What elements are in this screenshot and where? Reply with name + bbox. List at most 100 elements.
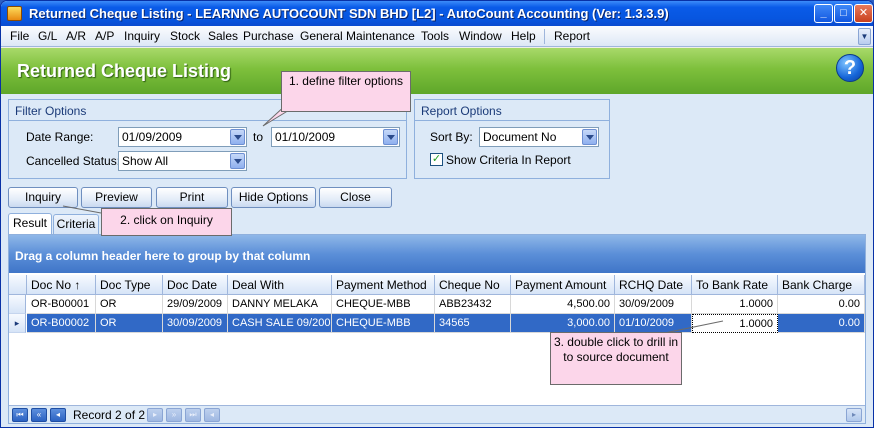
report-options-title: Report Options: [421, 104, 502, 118]
table-cell[interactable]: 4,500.00: [511, 295, 615, 314]
menu-report[interactable]: Report: [554, 29, 590, 43]
app-window: Returned Cheque Listing - LEARNNG AUTOCO…: [0, 0, 874, 428]
table-cell[interactable]: DANNY MELAKA: [228, 295, 332, 314]
table-cell[interactable]: CHEQUE-MBB: [332, 314, 435, 333]
table-cell[interactable]: 29/09/2009: [163, 295, 228, 314]
table-cell[interactable]: CHEQUE-MBB: [332, 295, 435, 314]
column-header-payment-method[interactable]: Payment Method: [332, 275, 435, 295]
to-label: to: [253, 130, 264, 144]
menu-tools[interactable]: Tools: [421, 29, 449, 43]
filter-options-title: Filter Options: [15, 104, 87, 118]
column-header-doc-no[interactable]: Doc No ↑: [27, 275, 96, 295]
inquiry-button[interactable]: Inquiry: [8, 187, 78, 208]
callout-inquiry: 2. click on Inquiry: [101, 208, 232, 236]
scroll-left-icon[interactable]: ◂: [204, 408, 220, 422]
table-cell[interactable]: 01/10/2009: [615, 314, 692, 333]
focused-cell[interactable]: 1.0000: [692, 314, 778, 333]
show-criteria-checkbox[interactable]: ✓: [430, 153, 443, 166]
table-cell[interactable]: OR: [96, 314, 163, 333]
callout-drill: 3. double click to drill in to source do…: [550, 332, 682, 385]
table-cell[interactable]: ABB23432: [435, 295, 511, 314]
help-icon[interactable]: ?: [836, 54, 864, 82]
column-header-doc-date[interactable]: Doc Date: [163, 275, 228, 295]
menu-window[interactable]: Window: [459, 29, 502, 43]
date-from-field[interactable]: 01/09/2009: [118, 127, 247, 147]
table-cell[interactable]: 1.0000: [692, 295, 778, 314]
menu-bar: File G/L A/R A/P Inquiry Stock Sales Pur…: [1, 26, 873, 47]
results-grid: Drag a column header here to group by th…: [8, 234, 866, 424]
table-cell[interactable]: 30/09/2009: [615, 295, 692, 314]
date-from-value: 01/09/2009: [122, 130, 183, 144]
table-cell[interactable]: 0.00: [778, 314, 865, 333]
table-cell[interactable]: OR: [96, 295, 163, 314]
cancelled-status-label: Cancelled Status:: [26, 154, 121, 168]
tab-criteria[interactable]: Criteria: [53, 214, 99, 235]
record-navigator: ⏮ « ◂ Record 2 of 2 ▸ » ⏭ ◂ ▸: [9, 405, 865, 423]
table-cell[interactable]: 34565: [435, 314, 511, 333]
table-cell[interactable]: OR-B00002: [27, 314, 96, 333]
maximize-button[interactable]: □: [834, 4, 853, 23]
table-cell[interactable]: 30/09/2009: [163, 314, 228, 333]
app-icon: [7, 6, 22, 21]
content-area: Filter Options Date Range: 01/09/2009 to…: [1, 94, 873, 427]
menu-file[interactable]: File: [10, 29, 29, 43]
tab-result[interactable]: Result: [8, 213, 52, 235]
next-page-icon[interactable]: »: [166, 408, 182, 422]
cancelled-status-select[interactable]: Show All: [118, 151, 247, 171]
sort-by-select[interactable]: Document No: [479, 127, 599, 147]
row-indicator[interactable]: [9, 295, 26, 314]
window-title: Returned Cheque Listing - LEARNNG AUTOCO…: [29, 6, 669, 21]
column-header-bank-charge[interactable]: Bank Charge: [778, 275, 865, 295]
page-header: Returned Cheque Listing ?: [1, 48, 873, 94]
chevron-down-icon[interactable]: [230, 129, 245, 145]
menu-ap[interactable]: A/P: [95, 29, 114, 43]
cancelled-status-value: Show All: [122, 154, 169, 168]
table-cell[interactable]: CASH SALE 09/2009: [228, 314, 332, 333]
table-cell[interactable]: OR-B00001: [27, 295, 96, 314]
table-cell[interactable]: 0.00: [778, 295, 865, 314]
table-cell[interactable]: 3,000.00: [511, 314, 615, 333]
sort-by-value: Document No: [483, 130, 557, 144]
date-to-value: 01/10/2009: [275, 130, 336, 144]
close-window-button[interactable]: ✕: [854, 4, 873, 23]
menu-stock[interactable]: Stock: [170, 29, 200, 43]
menu-help[interactable]: Help: [511, 29, 536, 43]
menu-ar[interactable]: A/R: [66, 29, 86, 43]
row-pointer-icon[interactable]: ▸: [9, 314, 26, 333]
column-header-cheque-no[interactable]: Cheque No: [435, 275, 511, 295]
report-options-group: Report Options Sort By: Document No ✓ Sh…: [414, 99, 610, 179]
scroll-right-icon[interactable]: ▸: [846, 408, 862, 422]
menu-sales[interactable]: Sales: [208, 29, 238, 43]
chevron-down-icon[interactable]: [383, 129, 398, 145]
chevron-down-icon[interactable]: [582, 129, 597, 145]
column-header-rchq-date[interactable]: RCHQ Date: [615, 275, 692, 295]
row-indicator-header: [9, 275, 27, 295]
date-to-field[interactable]: 01/10/2009: [271, 127, 400, 147]
menu-purchase[interactable]: Purchase: [243, 29, 294, 43]
chevron-down-icon[interactable]: ▼: [858, 28, 871, 45]
close-button[interactable]: Close: [319, 187, 392, 208]
column-header-doc-type[interactable]: Doc Type: [96, 275, 163, 295]
preview-button[interactable]: Preview: [81, 187, 152, 208]
title-bar[interactable]: Returned Cheque Listing - LEARNNG AUTOCO…: [1, 1, 873, 26]
menu-inquiry[interactable]: Inquiry: [124, 29, 160, 43]
minimize-button[interactable]: _: [814, 4, 833, 23]
previous-page-icon[interactable]: «: [31, 408, 47, 422]
next-record-icon[interactable]: ▸: [147, 408, 163, 422]
chevron-down-icon[interactable]: [230, 153, 245, 169]
hide-options-button[interactable]: Hide Options: [231, 187, 316, 208]
first-record-icon[interactable]: ⏮: [12, 408, 28, 422]
column-header-to-bank-rate[interactable]: To Bank Rate: [692, 275, 778, 295]
print-button[interactable]: Print: [156, 187, 228, 208]
record-count: Record 2 of 2: [73, 408, 146, 422]
last-record-icon[interactable]: ⏭: [185, 408, 201, 422]
menu-gl[interactable]: G/L: [38, 29, 57, 43]
page-title: Returned Cheque Listing: [17, 61, 232, 81]
column-header-deal-with[interactable]: Deal With: [228, 275, 332, 295]
callout-filter: 1. define filter options: [281, 71, 411, 112]
menu-separator: [544, 29, 545, 44]
menu-general-maintenance[interactable]: General Maintenance: [300, 29, 415, 43]
previous-record-icon[interactable]: ◂: [50, 408, 66, 422]
column-header-payment-amount[interactable]: Payment Amount: [511, 275, 615, 295]
group-by-panel[interactable]: Drag a column header here to group by th…: [9, 235, 865, 273]
